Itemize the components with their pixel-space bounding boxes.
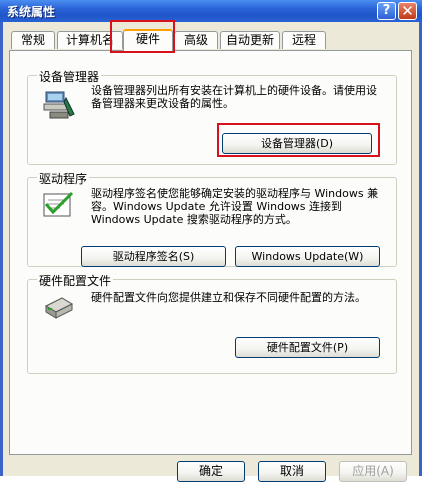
system-properties-window: 系统属性 ? ✕ 常规 计算机名 硬件 高级 自动更新 远程 设备管理器 设备管… [0, 0, 422, 482]
driver-signing-button[interactable]: 驱动程序签名(S) [81, 246, 226, 267]
tab-remote[interactable]: 远程 [282, 31, 326, 49]
close-button[interactable]: ✕ [398, 2, 417, 20]
window-title: 系统属性 [7, 5, 56, 19]
hardware-tab-panel: 设备管理器 设备管理器列出所有安装在计算机上的硬件设备。请使用设备管理器来更改设… [9, 50, 412, 455]
tab-highlight-frame [110, 20, 175, 53]
drivers-group: 驱动程序 驱动程序签名使您能够确定安装的驱动程序与 Windows 兼容。Win… [27, 170, 397, 267]
drivers-heading: 驱动程序 [37, 170, 90, 187]
hardware-profiles-description: 硬件配置文件向您提供建立和保存不同硬件配置的方法。 [91, 291, 366, 304]
hardware-profiles-heading: 硬件配置文件 [37, 272, 114, 289]
tab-general[interactable]: 常规 [11, 31, 55, 49]
apply-button[interactable]: 应用(A) [339, 461, 407, 482]
drivers-description: 驱动程序签名使您能够确定安装的驱动程序与 Windows 兼容。Windows … [91, 187, 379, 226]
device-manager-icon [43, 91, 75, 119]
hardware-profiles-button[interactable]: 硬件配置文件(P) [235, 337, 380, 358]
hardware-profiles-icon [44, 297, 74, 319]
driver-signing-icon [43, 191, 74, 217]
cancel-button[interactable]: 取消 [258, 461, 326, 482]
windows-update-button[interactable]: Windows Update(W) [235, 246, 380, 267]
help-button[interactable]: ? [377, 2, 396, 20]
device-manager-heading: 设备管理器 [37, 68, 102, 85]
tab-advanced[interactable]: 高级 [174, 31, 218, 49]
hardware-profiles-group: 硬件配置文件 硬件配置文件向您提供建立和保存不同硬件配置的方法。 硬件配置文件(… [27, 272, 397, 374]
ok-button[interactable]: 确定 [177, 461, 245, 482]
tab-strip: 常规 计算机名 硬件 高级 自动更新 远程 [9, 29, 413, 51]
tab-automatic-updates[interactable]: 自动更新 [220, 31, 280, 49]
title-bar[interactable]: 系统属性 ? ✕ [0, 0, 422, 22]
device-manager-description: 设备管理器列出所有安装在计算机上的硬件设备。请使用设备管理器来更改设备的属性。 [91, 84, 377, 110]
device-manager-highlight-frame [217, 123, 380, 157]
